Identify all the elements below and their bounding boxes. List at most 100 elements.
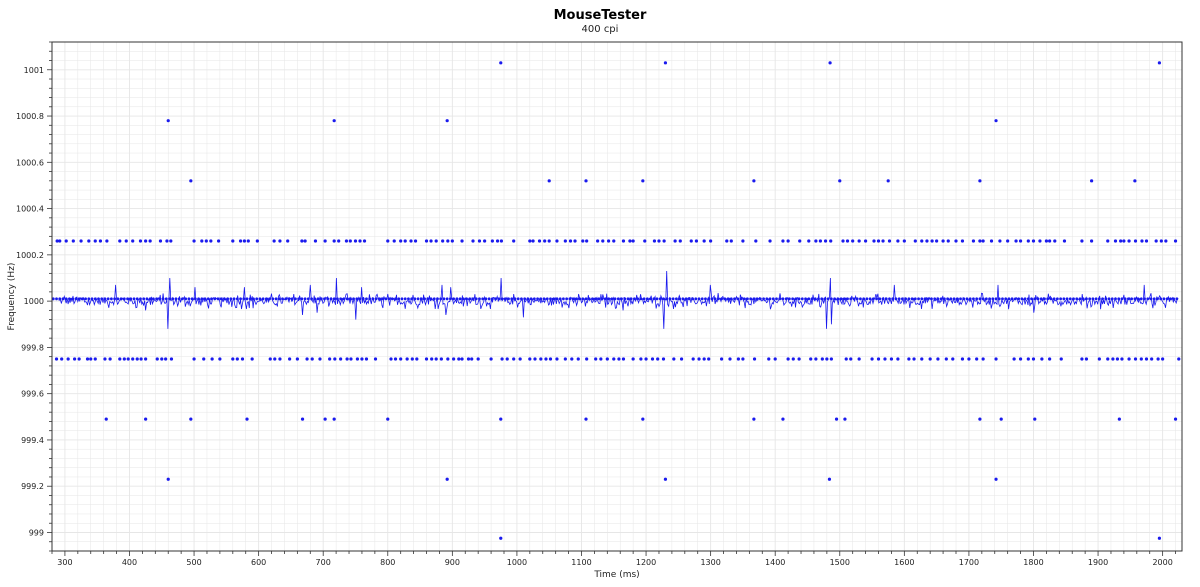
data-point xyxy=(368,297,372,301)
data-point xyxy=(944,357,948,361)
data-point xyxy=(345,297,349,301)
data-point xyxy=(1156,357,1160,361)
data-point xyxy=(629,297,633,301)
data-point xyxy=(512,357,516,361)
data-point xyxy=(169,357,174,361)
data-point xyxy=(1031,239,1036,243)
data-point xyxy=(621,239,626,243)
data-point xyxy=(768,297,772,301)
data-point xyxy=(310,297,313,301)
data-point xyxy=(397,297,401,301)
data-point xyxy=(612,239,616,243)
data-point xyxy=(89,357,93,361)
data-point xyxy=(665,297,669,301)
data-point xyxy=(119,297,123,301)
data-point xyxy=(352,297,355,301)
data-point xyxy=(484,297,488,301)
y-tick-label: 1000.4 xyxy=(16,205,44,214)
data-point xyxy=(600,297,604,301)
data-point xyxy=(55,297,58,301)
data-point xyxy=(1177,357,1181,361)
data-point xyxy=(104,417,108,421)
data-point xyxy=(584,417,588,421)
data-point xyxy=(466,357,471,361)
data-point xyxy=(144,417,148,421)
data-point xyxy=(834,417,839,421)
data-point xyxy=(1143,297,1146,301)
data-point xyxy=(1161,357,1165,361)
data-point xyxy=(436,297,439,301)
data-point xyxy=(889,357,894,361)
data-point xyxy=(576,357,580,361)
data-point xyxy=(124,239,128,243)
data-point xyxy=(507,297,510,301)
data-point xyxy=(337,239,341,243)
data-point xyxy=(439,297,443,301)
data-point xyxy=(673,239,677,243)
data-point xyxy=(870,357,874,361)
data-point xyxy=(543,239,547,243)
data-point xyxy=(231,357,235,361)
data-point xyxy=(165,239,169,243)
data-point xyxy=(1080,357,1084,361)
data-point xyxy=(729,239,733,243)
data-point xyxy=(1173,239,1178,243)
data-point xyxy=(424,357,429,361)
data-point xyxy=(781,297,785,301)
data-point xyxy=(305,357,309,361)
data-point xyxy=(429,297,433,301)
data-point xyxy=(548,357,553,361)
data-point xyxy=(371,297,375,301)
data-point xyxy=(855,297,859,301)
data-point xyxy=(568,297,572,301)
x-tick-label: 1800 xyxy=(1023,558,1043,567)
data-point xyxy=(54,357,59,361)
data-point xyxy=(142,297,146,301)
data-point xyxy=(323,417,327,421)
data-point xyxy=(358,297,362,301)
data-point xyxy=(77,297,81,301)
data-point xyxy=(272,239,276,243)
data-point xyxy=(1097,297,1101,301)
data-point xyxy=(116,297,120,301)
data-point xyxy=(455,297,459,301)
data-point xyxy=(108,357,112,361)
data-point xyxy=(323,239,327,243)
data-point xyxy=(85,357,90,361)
data-point xyxy=(697,297,701,301)
data-point xyxy=(290,297,294,301)
data-point xyxy=(518,357,522,361)
data-point xyxy=(499,536,503,540)
data-point xyxy=(93,239,97,243)
y-tick-label: 1000.2 xyxy=(16,251,44,260)
data-point xyxy=(621,357,626,361)
data-point xyxy=(736,357,740,361)
data-point xyxy=(242,239,247,243)
data-point xyxy=(920,297,924,301)
data-point xyxy=(668,297,672,301)
data-point xyxy=(846,297,849,301)
data-point xyxy=(656,357,660,361)
data-point xyxy=(881,239,885,243)
data-point xyxy=(1030,297,1033,301)
data-point xyxy=(765,297,769,301)
data-point xyxy=(1110,297,1114,301)
data-point xyxy=(100,297,104,301)
data-point xyxy=(210,357,214,361)
x-tick-label: 400 xyxy=(122,558,137,567)
data-point xyxy=(707,297,711,301)
data-point xyxy=(1106,357,1110,361)
data-point xyxy=(565,297,569,301)
data-point xyxy=(809,357,813,361)
data-point xyxy=(132,297,136,301)
x-tick-label: 1400 xyxy=(765,558,785,567)
data-point xyxy=(64,239,68,243)
data-point xyxy=(171,297,175,301)
data-point xyxy=(800,297,804,301)
data-point xyxy=(896,239,900,243)
data-point xyxy=(1026,357,1030,361)
data-point xyxy=(901,297,904,301)
data-point xyxy=(139,297,142,301)
data-point xyxy=(131,357,135,361)
data-point xyxy=(1172,297,1176,301)
